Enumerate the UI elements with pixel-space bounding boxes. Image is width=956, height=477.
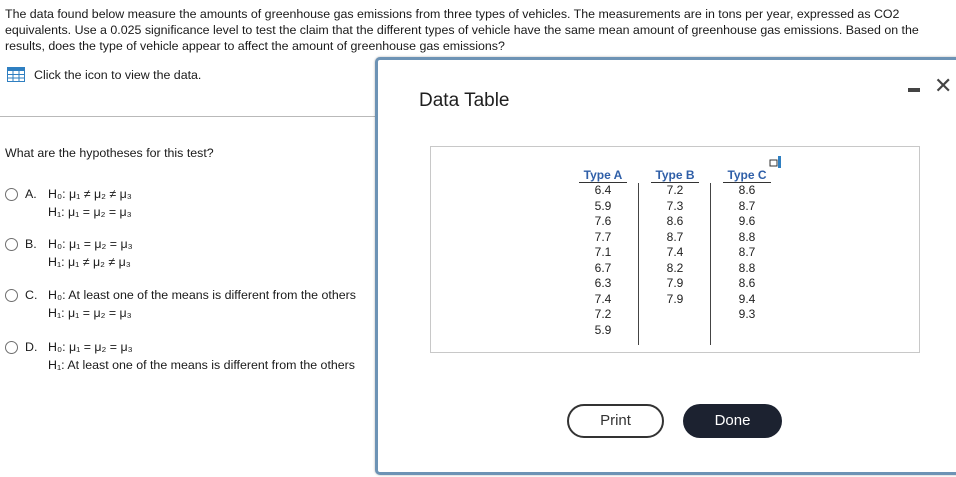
option-a[interactable]: A. H₀: μ₁ ≠ μ₂ ≠ μ₃ H₁: μ₁ = μ₂ = μ₃ — [5, 186, 375, 226]
column-values: 7.2 7.3 8.6 8.7 7.4 8.2 7.9 7.9 — [651, 183, 699, 307]
option-b-letter: B. — [25, 237, 37, 251]
column-header: Type C — [723, 167, 771, 183]
option-b-h1: H₁: μ₁ ≠ μ₂ ≠ μ₃ — [48, 255, 131, 269]
divider — [0, 116, 375, 117]
table-cell: 7.2 — [666, 183, 684, 197]
option-a-letter: A. — [25, 187, 37, 201]
table-cell: 6.7 — [594, 260, 612, 275]
table-cell: 6.4 — [594, 183, 612, 197]
column-type-b: Type B 7.2 7.3 8.6 8.7 7.4 8.2 7.9 7.9 — [651, 167, 699, 307]
option-c-h0: H₀: At least one of the means is differe… — [48, 288, 356, 302]
table-cell: 7.1 — [594, 245, 612, 259]
table-cell: 7.6 — [594, 214, 612, 228]
table-cell: 8.6 — [738, 276, 756, 290]
column-header: Type B — [651, 167, 699, 183]
table-cell: 7.4 — [594, 291, 612, 306]
hypotheses-question: What are the hypotheses for this test? — [5, 146, 214, 160]
view-data-link[interactable]: Click the icon to view the data. — [7, 67, 201, 82]
table-cell: 8.7 — [738, 198, 756, 213]
column-values: 8.6 8.7 9.6 8.8 8.7 8.8 8.6 9.4 9.3 — [723, 183, 771, 323]
table-cell: 7.4 — [666, 245, 684, 259]
data-table-box: Type A 6.4 5.9 7.6 7.7 7.1 6.7 6.3 7.4 7.2 5.9 Ty… — [430, 146, 920, 353]
modal-title: Data Table — [419, 90, 510, 111]
column-type-c: Type C 8.6 8.7 9.6 8.8 8.7 8.8 8.6 9.4 9.3 — [723, 167, 771, 323]
table-cell: 8.7 — [738, 245, 756, 259]
table-cell: 7.7 — [594, 229, 612, 244]
close-icon[interactable]: ✕ — [934, 75, 952, 97]
column-separator — [710, 183, 711, 345]
table-cell: 9.6 — [738, 214, 756, 228]
column-type-a: Type A 6.4 5.9 7.6 7.7 7.1 6.7 6.3 7.4 7.2 5.9 — [579, 167, 627, 338]
table-cell: 8.6 — [666, 214, 684, 228]
radio-d[interactable] — [5, 341, 18, 354]
option-d-h0: H₀: μ₁ = μ₂ = μ₃ — [48, 340, 133, 354]
table-cell: 7.9 — [666, 291, 684, 306]
option-c[interactable]: C. H₀: At least one of the means is diff… — [5, 287, 375, 327]
option-b-h0: H₀: μ₁ = μ₂ = μ₃ — [48, 237, 133, 251]
table-cell: 9.3 — [738, 307, 756, 321]
radio-c[interactable] — [5, 289, 18, 302]
table-cell: 8.2 — [666, 260, 684, 275]
table-cell: 7.3 — [666, 198, 684, 213]
option-a-h0: H₀: μ₁ ≠ μ₂ ≠ μ₃ — [48, 187, 132, 201]
option-c-h1: H₁: μ₁ = μ₂ = μ₃ — [48, 306, 132, 320]
option-d[interactable]: D. H₀: μ₁ = μ₂ = μ₃ H₁: At least one of … — [5, 339, 375, 379]
table-cell: 7.9 — [666, 276, 684, 290]
table-cell: 8.8 — [738, 260, 756, 275]
table-cell: 8.8 — [738, 229, 756, 244]
option-d-h1: H₁: At least one of the means is differe… — [48, 358, 355, 372]
column-values: 6.4 5.9 7.6 7.7 7.1 6.7 6.3 7.4 7.2 5.9 — [579, 183, 627, 338]
print-button[interactable]: Print — [567, 404, 664, 438]
option-d-letter: D. — [25, 340, 38, 354]
table-icon[interactable] — [7, 67, 25, 82]
table-cell: 8.7 — [666, 229, 684, 244]
table-cell: 7.2 — [594, 307, 612, 321]
question-text: The data found below measure the amounts… — [5, 7, 919, 53]
option-b[interactable]: B. H₀: μ₁ = μ₂ = μ₃ H₁: μ₁ ≠ μ₂ ≠ μ₃ — [5, 236, 375, 276]
radio-a[interactable] — [5, 188, 18, 201]
table-cell: 8.6 — [738, 183, 756, 197]
page: The data found below measure the amounts… — [0, 0, 956, 477]
table-cell: 9.4 — [738, 291, 756, 306]
done-button[interactable]: Done — [683, 404, 782, 438]
table-cell: 5.9 — [594, 322, 612, 337]
minimize-icon[interactable] — [908, 88, 920, 92]
option-c-letter: C. — [25, 288, 38, 302]
table-cell: 5.9 — [594, 198, 612, 213]
radio-b[interactable] — [5, 238, 18, 251]
copy-icon[interactable] — [769, 155, 783, 169]
data-table-modal: Data Table ✕ Type A 6.4 5.9 7.6 7.7 7.1 6.7 6.… — [375, 57, 956, 475]
column-header: Type A — [579, 167, 627, 183]
column-separator — [638, 183, 639, 345]
table-cell: 6.3 — [594, 276, 612, 290]
option-a-h1: H₁: μ₁ = μ₂ = μ₃ — [48, 205, 132, 219]
view-data-label: Click the icon to view the data. — [34, 67, 202, 82]
